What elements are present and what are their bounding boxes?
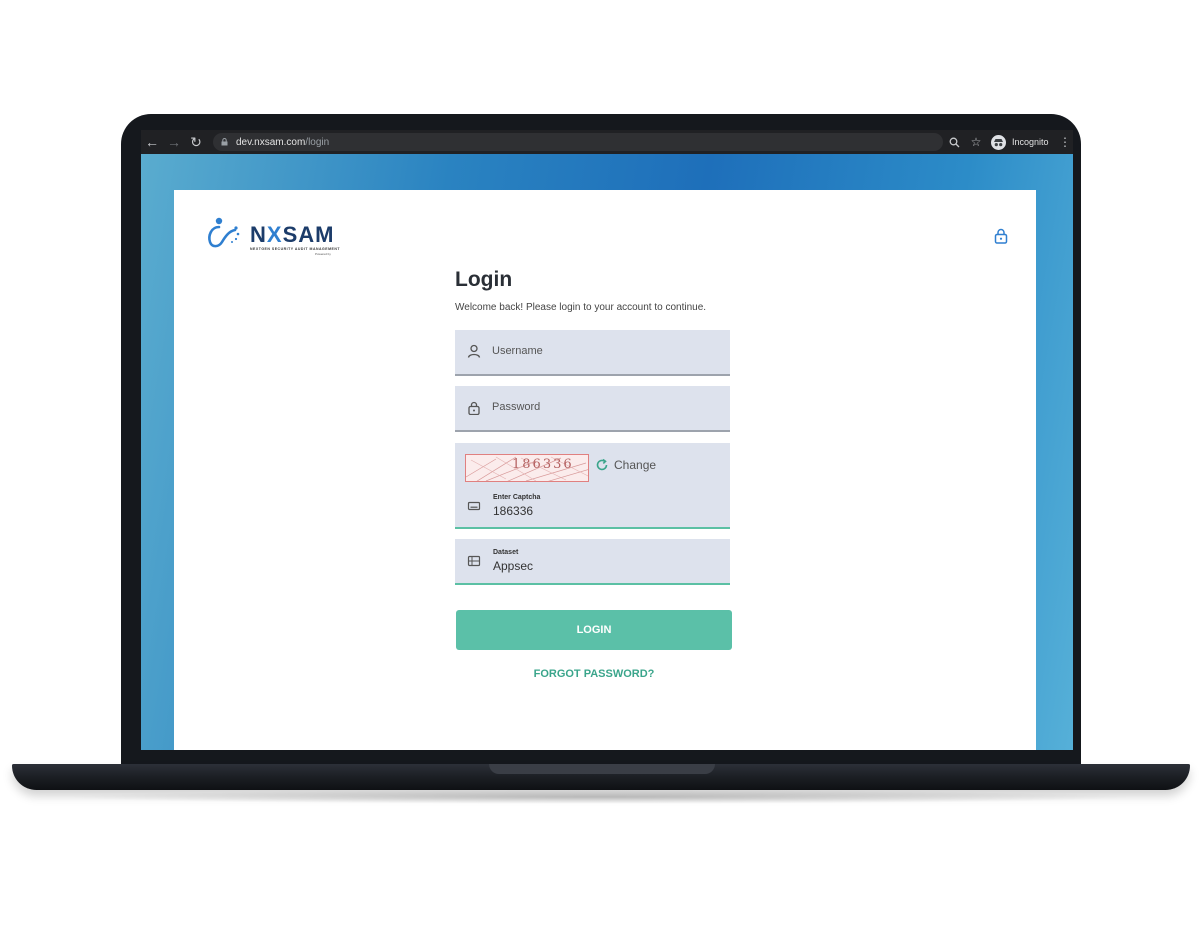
laptop-notch xyxy=(489,764,715,774)
zoom-search-icon[interactable] xyxy=(943,130,965,154)
logo-tagline: NEXTGEN SECURITY AUDIT MANAGEMENT xyxy=(250,247,341,251)
url-host: dev.nxsam.com xyxy=(236,136,306,148)
captcha-field: 186336 Change Enter Captcha 186336 xyxy=(455,443,730,529)
logo-letters-sam: SAM xyxy=(282,222,335,247)
captcha-input-label: Enter Captcha xyxy=(493,494,541,501)
logo-mark-icon xyxy=(208,217,240,248)
secure-lock-icon xyxy=(221,138,228,146)
login-button[interactable]: LOGIN xyxy=(456,610,732,650)
page-subtitle: Welcome back! Please login to your accou… xyxy=(455,302,707,313)
login-card: NXSAM NEXTGEN SECURITY AUDIT MANAGEMENT … xyxy=(174,190,1036,750)
incognito-label: Incognito xyxy=(1012,137,1049,147)
change-captcha-label: Change xyxy=(614,458,657,472)
keyboard-icon xyxy=(467,501,481,511)
dataset-select[interactable]: Dataset Appsec xyxy=(455,539,730,585)
browser-toolbar: ← → ↻ dev.nxsam.com/login ☆ Incognito ⋮ xyxy=(141,130,1073,154)
dataset-icon xyxy=(467,555,481,567)
logo-letter-n: N xyxy=(250,222,267,247)
padlock-icon xyxy=(468,401,480,415)
user-icon xyxy=(467,344,481,358)
password-field[interactable]: Password xyxy=(455,386,730,432)
captcha-image: 186336 xyxy=(465,454,589,482)
bookmark-star-icon[interactable]: ☆ xyxy=(965,130,987,154)
url-path: /login xyxy=(305,136,330,148)
lock-icon[interactable] xyxy=(994,228,1008,244)
logo-wordmark: NXSAM xyxy=(250,222,334,248)
incognito-profile[interactable]: Incognito xyxy=(991,134,1049,150)
laptop-shadow xyxy=(60,790,1140,804)
username-field[interactable]: Username xyxy=(455,330,730,376)
reload-icon[interactable]: ↻ xyxy=(185,130,207,154)
captcha-input[interactable]: 186336 xyxy=(493,504,533,518)
captcha-text: 186336 xyxy=(512,457,574,472)
logo-powered-by: Powered by xyxy=(315,252,331,256)
incognito-icon xyxy=(991,134,1006,150)
dataset-value: Appsec xyxy=(493,559,534,573)
dataset-label: Dataset xyxy=(493,549,519,556)
page-title: Login xyxy=(455,268,513,291)
change-captcha-button[interactable]: Change xyxy=(595,458,656,472)
address-bar[interactable]: dev.nxsam.com/login xyxy=(213,133,943,151)
password-placeholder: Password xyxy=(492,401,541,413)
laptop-screen: ← → ↻ dev.nxsam.com/login ☆ Incognito ⋮ xyxy=(141,130,1073,750)
refresh-icon xyxy=(596,458,608,471)
username-placeholder: Username xyxy=(492,345,543,357)
logo-letter-x: X xyxy=(266,222,283,247)
forward-arrow-icon[interactable]: → xyxy=(163,130,185,154)
browser-menu-icon[interactable]: ⋮ xyxy=(1059,135,1071,149)
page-background: NXSAM NEXTGEN SECURITY AUDIT MANAGEMENT … xyxy=(141,154,1073,750)
back-arrow-icon[interactable]: ← xyxy=(141,130,163,154)
forgot-password-link[interactable]: FORGOT PASSWORD? xyxy=(456,668,732,680)
nxsam-logo: NXSAM NEXTGEN SECURITY AUDIT MANAGEMENT … xyxy=(205,210,365,258)
